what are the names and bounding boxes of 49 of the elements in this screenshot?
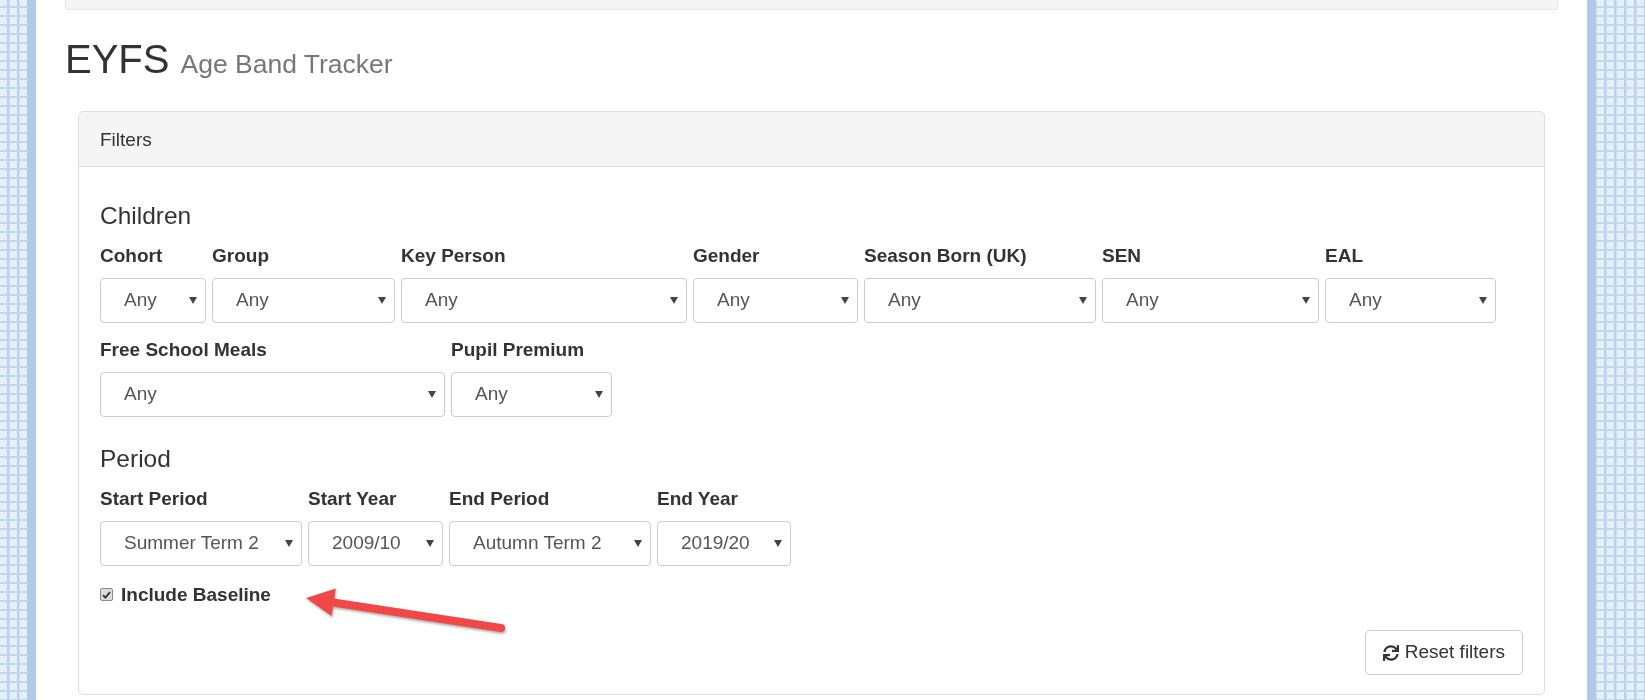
select-dropdown[interactable]: Any — [864, 278, 1096, 323]
select-dropdown[interactable]: 2019/20 — [657, 521, 791, 566]
caret-down-icon — [378, 297, 386, 304]
caret-down-icon — [1479, 297, 1487, 304]
field-label: Key Person — [401, 244, 506, 268]
caret-down-icon — [595, 391, 603, 398]
select-dropdown[interactable]: Any — [1325, 278, 1496, 323]
reset-filters-button[interactable]: Reset filters — [1364, 630, 1523, 675]
field-label: Gender — [693, 244, 760, 268]
checkbox-label: Include Baseline — [121, 583, 271, 607]
select-dropdown[interactable]: Any — [451, 372, 612, 417]
field-label: Cohort — [100, 244, 163, 268]
select-dropdown[interactable]: Any — [1102, 278, 1319, 323]
select-dropdown[interactable]: 2009/10 — [308, 521, 443, 566]
field-label: EAL — [1325, 244, 1363, 268]
caret-down-icon — [841, 297, 849, 304]
field-label: End Period — [449, 487, 550, 511]
page-title: EYFS — [65, 37, 170, 81]
field-label: Free School Meals — [100, 338, 267, 362]
caret-down-icon — [774, 540, 782, 547]
caret-down-icon — [1079, 297, 1087, 304]
field-label: Pupil Premium — [451, 338, 585, 362]
caret-down-icon — [189, 297, 197, 304]
select-dropdown[interactable]: Any — [100, 278, 206, 323]
field-label: Start Year — [308, 487, 397, 511]
caret-down-icon — [670, 297, 678, 304]
panel-title: Filters — [100, 127, 152, 152]
select-dropdown[interactable]: Any — [212, 278, 395, 323]
section-heading: Children — [100, 202, 192, 229]
field-label: End Year — [657, 487, 738, 511]
field-label: SEN — [1102, 244, 1142, 268]
section-heading: Period — [100, 445, 171, 472]
caret-down-icon — [426, 540, 434, 547]
refresh-icon — [1382, 644, 1399, 661]
field-label: Start Period — [100, 487, 208, 511]
caret-down-icon — [428, 391, 436, 398]
select-dropdown[interactable]: Any — [401, 278, 687, 323]
checkmark-icon — [102, 590, 111, 599]
caret-down-icon — [634, 540, 642, 547]
select-dropdown[interactable]: Autumn Term 2 — [449, 521, 651, 566]
checkbox[interactable] — [100, 588, 113, 601]
select-dropdown[interactable]: Any — [693, 278, 858, 323]
caret-down-icon — [285, 540, 293, 547]
caret-down-icon — [1302, 297, 1310, 304]
select-dropdown[interactable]: Summer Term 2 — [100, 521, 302, 566]
page-subtitle: Age Band Tracker — [180, 49, 393, 79]
select-dropdown[interactable]: Any — [100, 372, 445, 417]
field-label: Group — [212, 244, 269, 268]
field-label: Season Born (UK) — [864, 244, 1027, 268]
